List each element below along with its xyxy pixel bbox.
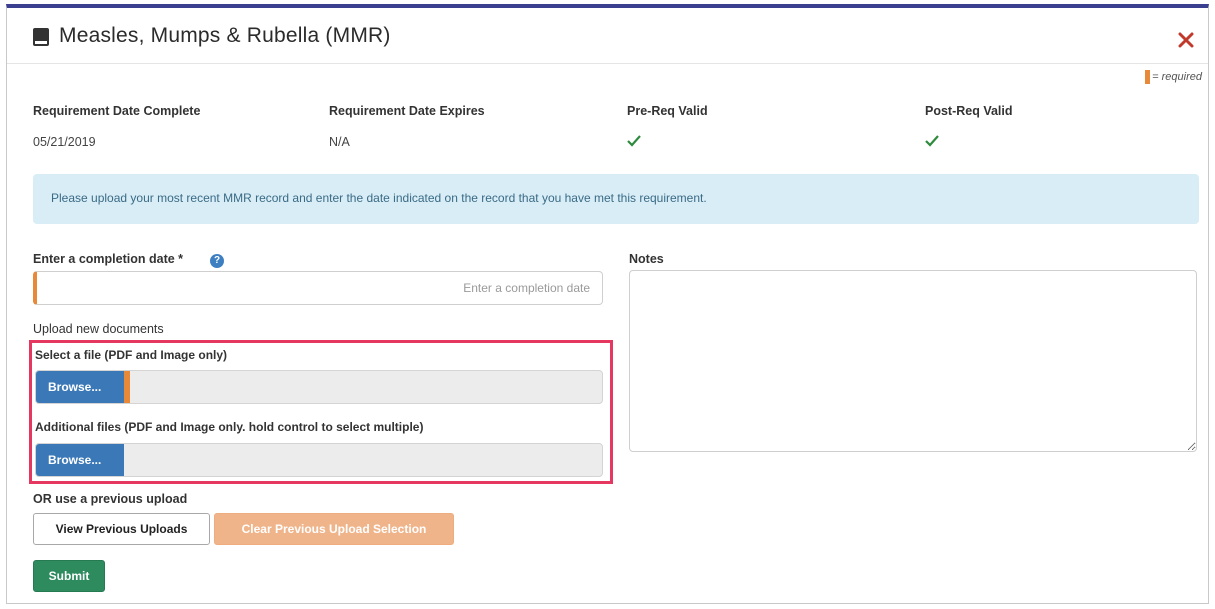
post-req-label: Post-Req Valid bbox=[925, 104, 1013, 118]
notes-textarea[interactable] bbox=[629, 270, 1197, 452]
pre-req-label: Pre-Req Valid bbox=[627, 104, 708, 118]
submit-button[interactable]: Submit bbox=[33, 560, 105, 592]
browse-button-additional[interactable]: Browse... bbox=[36, 444, 124, 476]
completion-date-input[interactable] bbox=[33, 271, 603, 305]
select-file-label: Select a file (PDF and Image only) bbox=[35, 348, 228, 362]
requirement-modal: Measles, Mumps & Rubella (MMR) = require… bbox=[6, 4, 1209, 604]
date-complete-label: Requirement Date Complete bbox=[33, 104, 201, 118]
additional-files-label: Additional files (PDF and Image only. ho… bbox=[35, 420, 424, 434]
upload-highlight-box: Select a file (PDF and Image only) Brows… bbox=[29, 340, 613, 484]
date-expires-label: Requirement Date Expires bbox=[329, 104, 485, 118]
pre-req-checkmark-icon bbox=[627, 134, 641, 147]
previous-upload-heading: OR use a previous upload bbox=[33, 492, 188, 506]
required-marker bbox=[1145, 70, 1151, 84]
close-icon[interactable] bbox=[1178, 32, 1194, 48]
modal-title: Measles, Mumps & Rubella (MMR) bbox=[59, 24, 391, 47]
view-previous-uploads-button[interactable]: View Previous Uploads bbox=[33, 513, 210, 545]
date-complete-value: 05/21/2019 bbox=[33, 135, 96, 149]
upload-heading: Upload new documents bbox=[33, 322, 164, 336]
modal-header: Measles, Mumps & Rubella (MMR) bbox=[7, 8, 1208, 64]
select-file-input[interactable]: Browse... bbox=[35, 370, 603, 404]
required-legend: = required bbox=[1145, 70, 1202, 84]
info-alert: Please upload your most recent MMR recor… bbox=[33, 174, 1199, 224]
required-marker bbox=[124, 371, 130, 403]
book-icon bbox=[33, 28, 49, 46]
help-icon[interactable]: ? bbox=[210, 254, 224, 268]
notes-label: Notes bbox=[629, 252, 664, 266]
required-legend-text: = required bbox=[1152, 71, 1202, 83]
post-req-checkmark-icon bbox=[925, 134, 939, 147]
date-expires-value: N/A bbox=[329, 135, 350, 149]
additional-files-input[interactable]: Browse... bbox=[35, 443, 603, 477]
clear-previous-upload-button[interactable]: Clear Previous Upload Selection bbox=[214, 513, 454, 545]
browse-button[interactable]: Browse... bbox=[36, 371, 124, 403]
completion-date-label: Enter a completion date * bbox=[33, 252, 184, 266]
